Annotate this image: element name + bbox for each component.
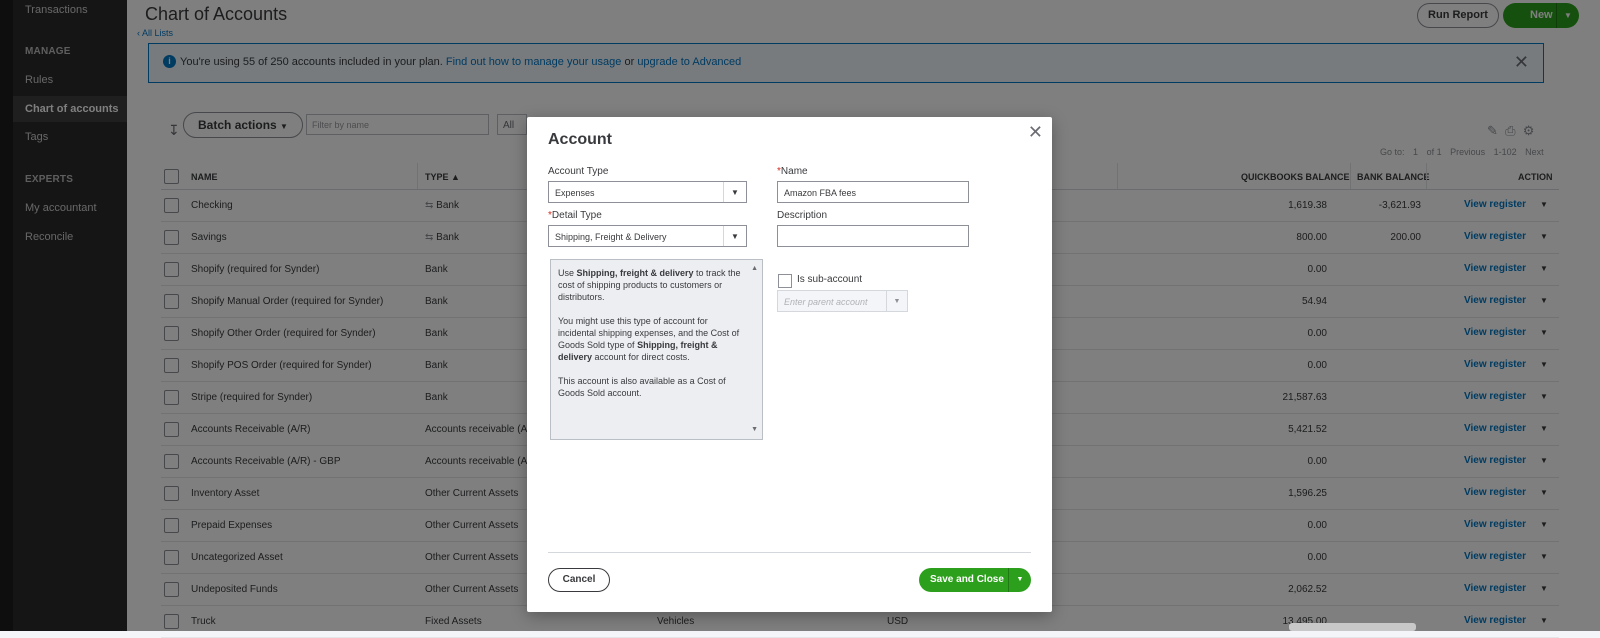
chevron-down-icon: ▼ bbox=[723, 182, 746, 202]
parent-placeholder: Enter parent account bbox=[784, 297, 868, 307]
scroll-down-icon[interactable]: ▼ bbox=[751, 424, 758, 436]
help-bold: Shipping, freight & delivery bbox=[576, 268, 694, 278]
horizontal-scrollbar[interactable] bbox=[1289, 623, 1416, 631]
detail-type-help: Use Shipping, freight & delivery to trac… bbox=[550, 259, 763, 440]
help-paragraph-1: Use Shipping, freight & delivery to trac… bbox=[558, 267, 744, 303]
description-label: Description bbox=[777, 210, 828, 221]
detail-type-label: *Detail Type bbox=[548, 210, 602, 221]
name-field[interactable]: Amazon FBA fees bbox=[777, 181, 969, 203]
help-text: Use bbox=[558, 268, 577, 278]
parent-account-select: Enter parent account ▼ bbox=[777, 290, 908, 312]
name-label: *Name bbox=[777, 166, 808, 177]
dialog-title: Account bbox=[548, 131, 612, 148]
account-type-label: Account Type bbox=[548, 166, 609, 177]
save-and-close-label: Save and Close bbox=[930, 574, 1004, 585]
chevron-down-icon: ▼ bbox=[723, 226, 746, 246]
chevron-down-icon[interactable]: ▼ bbox=[1008, 568, 1031, 592]
detail-type-value: Shipping, Freight & Delivery bbox=[555, 232, 667, 242]
help-paragraph-2: You might use this type of account for i… bbox=[558, 315, 744, 363]
save-and-close-button[interactable]: Save and Close ▼ bbox=[919, 568, 1031, 592]
help-text: account for direct costs. bbox=[592, 352, 690, 362]
dialog-divider bbox=[548, 552, 1031, 553]
scroll-up-icon[interactable]: ▲ bbox=[751, 263, 758, 275]
account-type-value: Expenses bbox=[555, 188, 595, 198]
detail-type-select[interactable]: Shipping, Freight & Delivery ▼ bbox=[548, 225, 747, 247]
chevron-down-icon: ▼ bbox=[886, 291, 907, 311]
account-type-select[interactable]: Expenses ▼ bbox=[548, 181, 747, 203]
account-dialog: Account ✕ Account Type Expenses ▼ *Name … bbox=[527, 117, 1052, 612]
detail-type-label-text: Detail Type bbox=[551, 210, 602, 221]
cancel-button[interactable]: Cancel bbox=[548, 568, 610, 592]
help-paragraph-3: This account is also available as a Cost… bbox=[558, 376, 726, 398]
description-field[interactable] bbox=[777, 225, 969, 247]
close-icon[interactable]: ✕ bbox=[1028, 122, 1043, 143]
name-label-text: Name bbox=[780, 166, 808, 177]
sub-account-checkbox[interactable] bbox=[778, 274, 792, 288]
sub-account-label: Is sub-account bbox=[797, 274, 863, 285]
